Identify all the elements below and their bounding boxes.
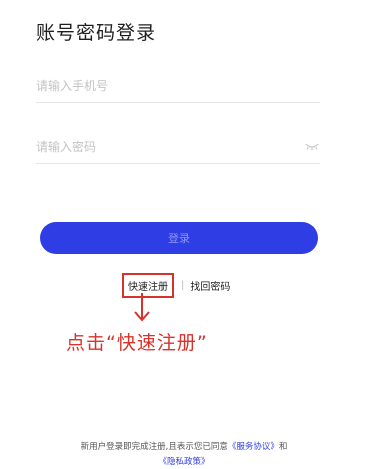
page-title: 账号密码登录 — [36, 22, 157, 44]
eye-closed-icon[interactable] — [305, 143, 319, 151]
agreement-prefix: 新用户登录即完成注册,且表示您已同意 — [80, 442, 228, 452]
login-button[interactable]: 登录 — [40, 222, 318, 254]
agreement-text: 新用户登录即完成注册,且表示您已同意《服务协议》和 《隐私政策》 — [0, 440, 368, 469]
find-password-link[interactable]: 找回密码 — [190, 278, 230, 293]
privacy-policy-link[interactable]: 《隐私政策》 — [158, 457, 209, 467]
login-page: 账号密码登录 登录 快速注册 | 找回密码 点击“快速注册” 新用户登录即完成注… — [0, 0, 368, 469]
phone-input[interactable] — [36, 70, 320, 103]
link-separator: | — [181, 280, 185, 291]
agreement-and: 和 — [278, 442, 288, 452]
annotation-text: 点击“快速注册” — [66, 332, 208, 354]
arrow-down-icon — [134, 293, 150, 322]
password-input[interactable] — [36, 131, 320, 164]
service-agreement-link[interactable]: 《服务协议》 — [228, 442, 279, 452]
